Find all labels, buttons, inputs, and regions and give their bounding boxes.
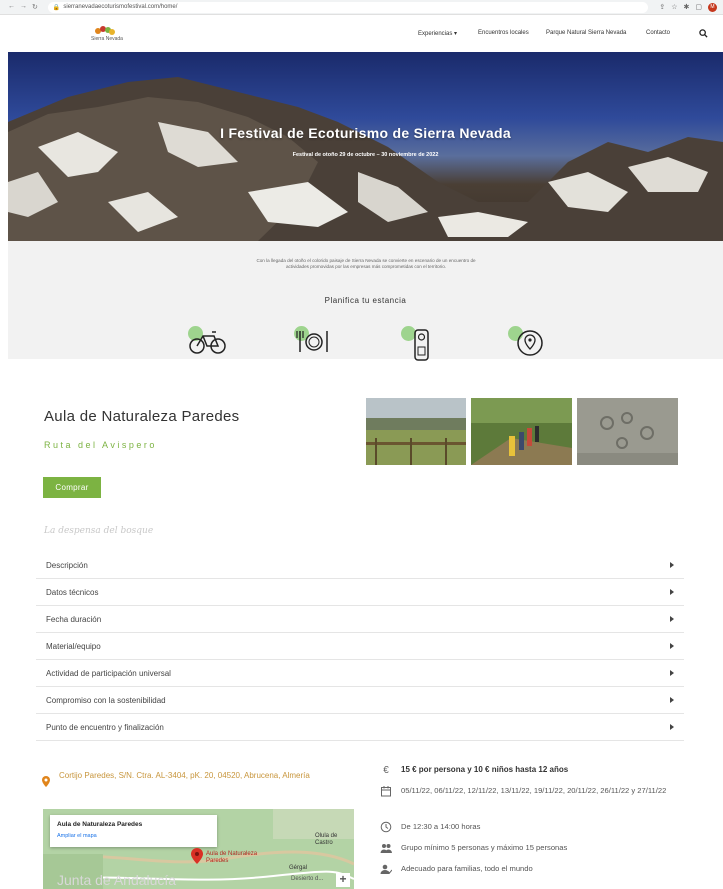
accordion-fecha-duracion[interactable]: Fecha duración — [36, 606, 684, 633]
price-text: 15 € por persona y 10 € niños hasta 12 a… — [401, 765, 569, 774]
site-logo[interactable]: Sierra Nevada — [91, 24, 141, 44]
caret-right-icon — [670, 589, 674, 595]
caret-right-icon — [670, 697, 674, 703]
group-icon — [380, 844, 392, 853]
hours-row: De 12:30 a 14:00 horas — [380, 821, 480, 833]
map-label-olula: Olula de Castro — [315, 833, 338, 846]
browser-nav: ← → ↻ — [8, 3, 38, 11]
browser-actions: ⇪ ☆ ✱ ▢ M — [659, 2, 717, 12]
accordion-datos-tecnicos[interactable]: Datos técnicos — [36, 579, 684, 606]
map-pin-label: Aula de Naturaleza Paredes — [206, 851, 258, 864]
star-icon[interactable]: ☆ — [671, 3, 677, 11]
caret-right-icon — [670, 616, 674, 622]
extensions-icon[interactable]: ✱ — [684, 3, 690, 11]
group-row: Grupo mínimo 5 personas y máximo 15 pers… — [380, 842, 567, 854]
hero-subtitle: Festival de otoño 29 de octubre – 30 nov… — [292, 152, 439, 158]
audience-row: Adecuado para familias, todo el mundo — [380, 863, 533, 875]
menu-item-contacto[interactable]: Contacto — [646, 30, 670, 36]
intro-text: Con la llegada del otoño el colorido pai… — [256, 258, 476, 270]
group-text: Grupo mínimo 5 personas y máximo 15 pers… — [401, 843, 568, 852]
plan-title: Planifica tu estancia — [324, 296, 407, 305]
menu-item-encuentros[interactable]: Encuentros locales — [478, 30, 529, 36]
menu-item-experiencias[interactable]: Experiencias ▾ — [418, 30, 457, 37]
map-marker-icon[interactable] — [191, 848, 203, 864]
calendar-icon — [381, 786, 391, 797]
url-text: sierranevadaecoturismofestival.com/home/ — [63, 4, 178, 10]
intro-section: Con la llegada del otoño el colorido pai… — [8, 241, 723, 361]
search-icon[interactable] — [699, 29, 708, 38]
gallery-photo-1[interactable] — [366, 398, 466, 465]
browser-toolbar: ← → ↻ 🔒 sierranevadaecoturismofestival.c… — [0, 0, 723, 15]
location-pin-icon — [42, 776, 50, 787]
dates-row: 05/11/22, 06/11/22, 12/11/22, 13/11/22, … — [380, 785, 680, 797]
accordion-descripcion[interactable]: Descripción — [36, 552, 684, 579]
map-place-name: Aula de Naturaleza Paredes — [57, 821, 143, 828]
hero-title: I Festival de Ecoturismo de Sierra Nevad… — [220, 125, 511, 141]
map-label-desierto: Desierto d... — [291, 876, 324, 882]
clock-icon — [380, 821, 392, 833]
address-text: Cortijo Paredes, S/N. Ctra. AL-3404, pK.… — [59, 771, 310, 780]
logo-mark — [95, 26, 115, 35]
activity-title: Aula de Naturaleza Paredes — [44, 408, 240, 425]
map-zoom-in-button[interactable]: + — [336, 873, 350, 887]
dates-text: 05/11/22, 06/11/22, 12/11/22, 13/11/22, … — [401, 786, 667, 795]
buy-button[interactable]: Comprar — [43, 477, 101, 498]
caret-right-icon — [670, 562, 674, 568]
hero-banner: I Festival de Ecoturismo de Sierra Nevad… — [8, 52, 723, 241]
price-row: € 15 € por persona y 10 € niños hasta 12… — [380, 764, 568, 776]
hotel-doorhanger-icon[interactable] — [401, 326, 441, 366]
dining-icon[interactable] — [294, 326, 334, 366]
reload-icon[interactable]: ↻ — [32, 3, 38, 11]
caret-right-icon — [670, 724, 674, 730]
site-header: Sierra Nevada Experiencias ▾ Encuentros … — [0, 15, 723, 52]
map-enlarge-link[interactable]: Ampliar el mapa — [57, 833, 97, 839]
back-icon[interactable]: ← — [8, 3, 15, 11]
share-icon[interactable]: ⇪ — [659, 3, 665, 11]
activity-tagline: La despensa del bosque — [44, 526, 154, 536]
footer-watermark: Junta de Andalucía — [57, 872, 177, 888]
user-check-icon — [380, 864, 392, 874]
activity-route: Ruta del Avispero — [44, 440, 157, 450]
address-bar[interactable]: 🔒 sierranevadaecoturismofestival.com/hom… — [47, 1, 648, 13]
map-pin-icon[interactable] — [508, 326, 548, 366]
profile-avatar[interactable]: M — [708, 2, 717, 12]
logo-text: Sierra Nevada — [91, 36, 123, 42]
forward-icon[interactable]: → — [20, 3, 27, 11]
gallery-photo-3[interactable] — [577, 398, 678, 465]
sidebar-icon[interactable]: ▢ — [695, 3, 702, 11]
menu-item-parque[interactable]: Parque Natural Sierra Nevada — [546, 30, 626, 36]
map-info-card: Aula de Naturaleza Paredes Ampliar el ma… — [50, 815, 217, 847]
caret-right-icon — [670, 670, 674, 676]
mountain-image — [8, 77, 723, 241]
audience-text: Adecuado para familias, todo el mundo — [401, 864, 533, 873]
accordion-material[interactable]: Material/equipo — [36, 633, 684, 660]
accordion-sostenibilidad[interactable]: Compromiso con la sostenibilidad — [36, 687, 684, 714]
accordion-punto-encuentro[interactable]: Punto de encuentro y finalización — [36, 714, 684, 741]
accordion-participacion[interactable]: Actividad de participación universal — [36, 660, 684, 687]
caret-right-icon — [670, 643, 674, 649]
euro-icon: € — [383, 764, 389, 776]
lock-icon: 🔒 — [52, 4, 61, 11]
bicycle-icon[interactable] — [188, 326, 228, 366]
hours-text: De 12:30 a 14:00 horas — [401, 822, 481, 831]
gallery-photo-2[interactable] — [471, 398, 572, 465]
map-label-gergal: Gérgal — [289, 865, 308, 871]
